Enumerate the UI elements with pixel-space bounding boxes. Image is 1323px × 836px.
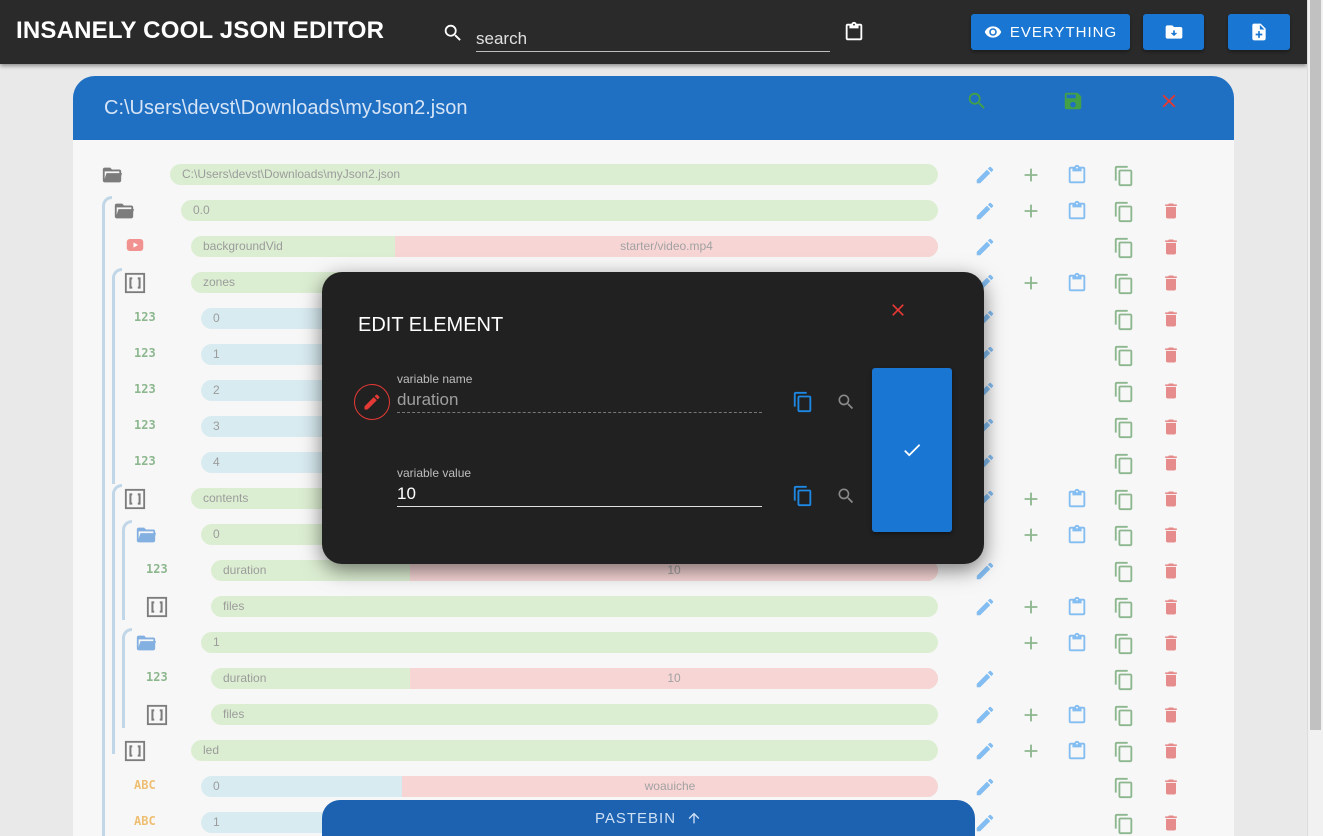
scrollbar-thumb[interactable] <box>1310 0 1321 730</box>
search-icon[interactable] <box>836 392 856 417</box>
copy-icon[interactable] <box>792 484 814 513</box>
everything-label: EVERYTHING <box>1009 23 1118 41</box>
eye-icon <box>984 26 1002 38</box>
close-icon[interactable] <box>1158 90 1180 117</box>
panel-header: C:\Users\devst\Downloads\myJson2.json <box>73 76 1234 140</box>
file-path-title: C:\Users\devst\Downloads\myJson2.json <box>104 97 468 119</box>
new-file-button[interactable] <box>1228 14 1290 50</box>
import-folder-button[interactable] <box>1143 14 1204 50</box>
copy-icon[interactable] <box>792 390 814 419</box>
edit-element-dialog: EDIT ELEMENT variable name variable valu… <box>322 272 984 564</box>
everything-button[interactable]: EVERYTHING <box>971 14 1130 50</box>
pastebin-button[interactable]: PASTEBIN <box>322 800 975 836</box>
variable-name-label: variable name <box>397 372 473 386</box>
search-input[interactable] <box>476 20 830 52</box>
confirm-button[interactable] <box>872 368 952 532</box>
search-icon <box>442 22 464 49</box>
folder-download-icon <box>1165 25 1182 39</box>
search-icon[interactable] <box>836 486 856 511</box>
close-icon[interactable] <box>888 300 908 325</box>
edit-name-toggle[interactable] <box>354 384 390 420</box>
search-icon[interactable] <box>966 90 988 117</box>
file-plus-icon <box>1252 23 1266 41</box>
clipboard-icon[interactable] <box>843 20 865 49</box>
variable-name-field[interactable] <box>397 387 762 413</box>
pastebin-label: PASTEBIN <box>594 809 677 827</box>
arrow-up-icon <box>688 812 700 824</box>
top-app-bar: INSANELY COOL JSON EDITOR EVERYTHING <box>0 0 1307 64</box>
variable-value-field[interactable] <box>397 481 762 507</box>
app-title: INSANELY COOL JSON EDITOR <box>16 17 385 44</box>
variable-value-label: variable value <box>397 466 472 480</box>
save-icon[interactable] <box>1062 90 1084 117</box>
dialog-title: EDIT ELEMENT <box>358 314 504 336</box>
pencil-icon <box>364 394 380 410</box>
page-scrollbar[interactable] <box>1307 0 1323 836</box>
check-icon <box>904 444 921 457</box>
